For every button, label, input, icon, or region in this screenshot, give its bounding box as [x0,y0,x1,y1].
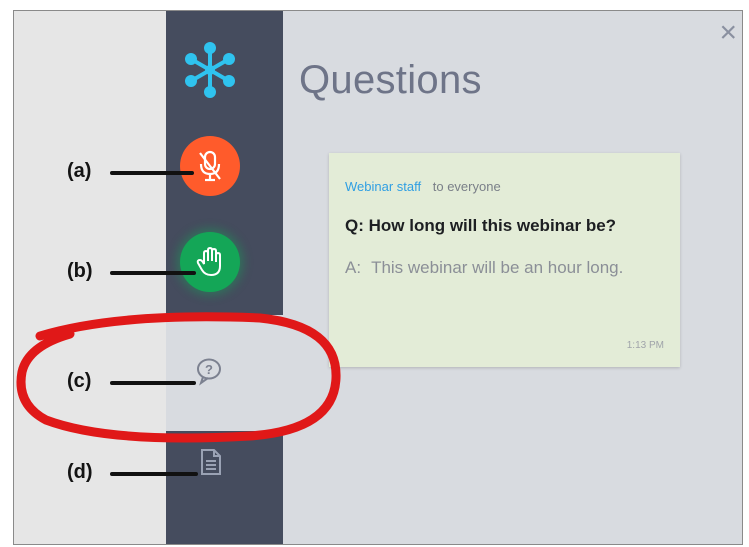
question-bubble-icon[interactable]: ? [194,356,224,386]
question-text: Q: How long will this webinar be? [345,216,617,235]
callout-label-d: (d) [67,461,93,483]
recipient-label: to everyone [432,179,501,194]
page-title: Questions [299,58,482,102]
document-icon[interactable] [200,448,222,476]
question-card: Webinar staff to everyone Q: How long wi… [329,153,680,367]
question-timestamp: 1:13 PM [626,340,664,351]
callout-label-c: (c) [67,370,92,392]
callout-label-a: (a) [67,160,92,182]
raise-hand-icon [196,246,221,277]
answer-text: This webinar will be an hour long. [371,258,624,277]
microphone-muted-icon [199,150,221,182]
raise-hand-button[interactable] [180,232,240,292]
close-icon[interactable]: × [719,18,737,48]
callout-line-a [110,171,194,175]
sender-name: Webinar staff [345,179,422,194]
mute-microphone-button[interactable] [180,136,240,196]
callout-line-c [110,381,196,385]
callout-line-b [110,271,196,275]
callout-line-d [110,472,198,476]
question-meta: Webinar staff to everyone [345,179,664,194]
answer-prefix: A: [345,258,362,277]
callout-label-b: (b) [67,260,93,282]
snowflake-logo-icon [185,42,235,98]
answer-row: A: This webinar will be an hour long. [345,254,664,281]
svg-text:?: ? [205,362,213,377]
sidebar-active-item-bg [166,315,283,431]
